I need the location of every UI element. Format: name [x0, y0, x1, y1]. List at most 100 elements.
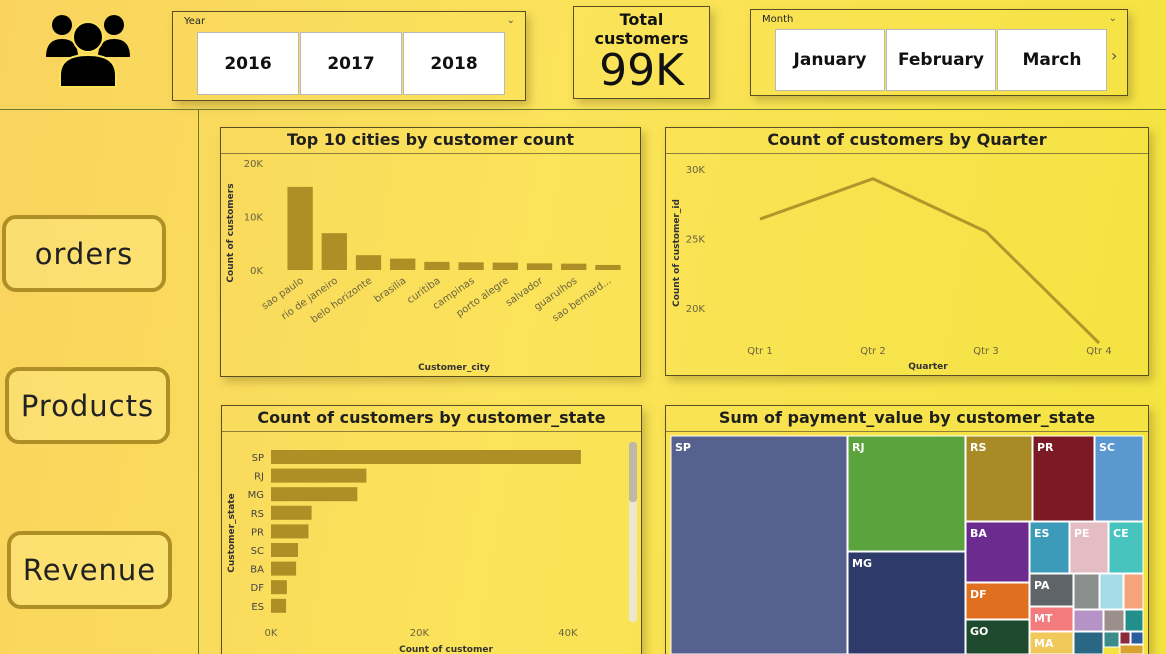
- chevron-right-icon[interactable]: ›: [1111, 46, 1117, 65]
- y-tick-label: 20K: [244, 159, 264, 170]
- bar: [271, 468, 367, 483]
- month-option-february[interactable]: February: [886, 29, 996, 91]
- bar: [321, 233, 347, 270]
- treemap-label: PE: [1074, 527, 1090, 540]
- nav-divider: [198, 110, 199, 654]
- customer-state-chart: Count of customers by customer_state SP R…: [221, 405, 642, 654]
- treemap-tile: [1124, 609, 1144, 632]
- bar: [271, 543, 299, 557]
- y-tick-label: RJ: [254, 472, 264, 483]
- y-tick-label: 20K: [686, 304, 706, 315]
- y-axis-title: Customer_state: [227, 493, 237, 572]
- bar: [271, 450, 581, 464]
- y-tick-label: PR: [251, 527, 264, 538]
- x-tick-label: brasilia: [372, 275, 408, 305]
- y-tick-label: BA: [250, 565, 264, 576]
- y-tick-label: ES: [251, 602, 264, 613]
- x-tick-label: Qtr 3: [973, 346, 998, 357]
- chart-title: Count of customers by Quarter: [666, 128, 1148, 154]
- year-option-2017[interactable]: 2017: [300, 32, 402, 95]
- products-button[interactable]: Products: [5, 367, 170, 444]
- treemap-label: PA: [1034, 579, 1050, 592]
- orders-button[interactable]: orders: [2, 215, 166, 292]
- y-axis-title: Count of customers: [226, 183, 236, 282]
- month-slicer-title: Month: [762, 14, 794, 25]
- treemap-tile: [670, 435, 848, 654]
- total-customers-card: Total customers 99K: [573, 6, 710, 99]
- chart-title: Top 10 cities by customer count: [221, 128, 640, 154]
- x-tick-label: sao bernard...: [550, 275, 613, 324]
- payment-treemap-svg: SP RJ MG RS PR SC BA ES PE CE DF PA GO MT MA: [670, 435, 1144, 654]
- bar: [492, 262, 518, 270]
- treemap-tile: [1119, 631, 1131, 645]
- kpi-label: Total customers: [594, 10, 689, 48]
- payment-treemap-chart: Sum of payment_value by customer_state S…: [665, 405, 1149, 654]
- year-option-2016[interactable]: 2016: [197, 32, 299, 95]
- treemap-label: DF: [970, 588, 987, 601]
- treemap-tile: [1119, 644, 1144, 654]
- chart-title: Sum of payment_value by customer_state: [666, 406, 1148, 432]
- treemap-tile: [1103, 609, 1125, 632]
- bar: [458, 262, 484, 270]
- treemap-tile: [1073, 573, 1100, 610]
- bar: [526, 263, 553, 270]
- treemap-label: SC: [1099, 441, 1115, 454]
- x-tick-label: belo horizonte: [309, 275, 374, 325]
- y-tick-label: RS: [251, 509, 264, 520]
- y-tick-label: MG: [248, 490, 264, 501]
- treemap-label: CE: [1113, 527, 1129, 540]
- treemap-label: MG: [852, 557, 872, 570]
- year-slicer: Year ⌄ 2016 2017 2018: [172, 11, 526, 101]
- treemap-label: BA: [970, 527, 987, 540]
- bar: [595, 264, 621, 270]
- scrollbar-thumb[interactable]: [629, 442, 637, 502]
- x-tick-label: Qtr 1: [747, 346, 772, 357]
- y-tick-label: 25K: [686, 235, 706, 246]
- month-option-march[interactable]: March: [997, 29, 1107, 91]
- y-tick-label: 0K: [250, 266, 263, 277]
- x-tick-label: 20K: [410, 628, 430, 639]
- month-option-january[interactable]: January: [775, 29, 885, 91]
- x-axis-title: Quarter: [908, 362, 948, 372]
- x-tick-label: Qtr 4: [1086, 346, 1111, 357]
- y-tick-label: SC: [251, 546, 264, 557]
- treemap-label: GO: [970, 625, 988, 638]
- treemap-label: MA: [1034, 637, 1054, 650]
- y-tick-label: SP: [252, 453, 264, 464]
- bar: [271, 487, 358, 502]
- x-tick-label: 40K: [558, 628, 578, 639]
- bar: [271, 561, 297, 576]
- bar: [287, 186, 313, 270]
- y-tick-label: 10K: [244, 213, 264, 224]
- chevron-down-icon[interactable]: ⌄: [1109, 13, 1117, 24]
- bar: [390, 258, 416, 270]
- x-axis-title: Count of customer: [399, 645, 493, 654]
- quarter-svg: 20K 25K 30K Qtr 1 Qtr 2 Qtr 3 Qtr 4 Quarter Coun…: [672, 165, 1112, 372]
- bar: [271, 598, 287, 613]
- bar: [355, 255, 382, 270]
- x-tick-label: Qtr 2: [860, 346, 885, 357]
- treemap-tile: [1073, 609, 1104, 632]
- bar: [424, 261, 450, 270]
- bar: [271, 580, 287, 595]
- year-slicer-title: Year: [184, 16, 206, 27]
- bar: [561, 263, 587, 270]
- customer-state-svg: SP RJ MG RS PR SC BA DF ES 0K 20K 40K Count of custo…: [227, 450, 581, 654]
- treemap-label: RJ: [852, 441, 865, 454]
- year-option-2018[interactable]: 2018: [403, 32, 505, 95]
- quarter-chart: Count of customers by Quarter 20K 25K 30K Q…: [665, 127, 1149, 376]
- users-group-icon: [46, 15, 130, 88]
- y-tick-label: DF: [251, 583, 265, 594]
- treemap-tile: [1130, 631, 1144, 645]
- top-cities-chart: Top 10 cities by customer count 0K 10K 20K…: [220, 127, 641, 377]
- treemap-tile: [1103, 631, 1120, 648]
- treemap-label: MT: [1034, 612, 1053, 625]
- chevron-down-icon[interactable]: ⌄: [507, 15, 515, 26]
- kpi-value: 99K: [599, 45, 684, 96]
- treemap-label: RS: [970, 441, 986, 454]
- treemap-label: ES: [1034, 527, 1050, 540]
- chart-title: Count of customers by customer_state: [222, 406, 641, 432]
- x-tick-label: 0K: [265, 628, 278, 639]
- bar: [271, 524, 309, 539]
- revenue-button[interactable]: Revenue: [7, 531, 172, 609]
